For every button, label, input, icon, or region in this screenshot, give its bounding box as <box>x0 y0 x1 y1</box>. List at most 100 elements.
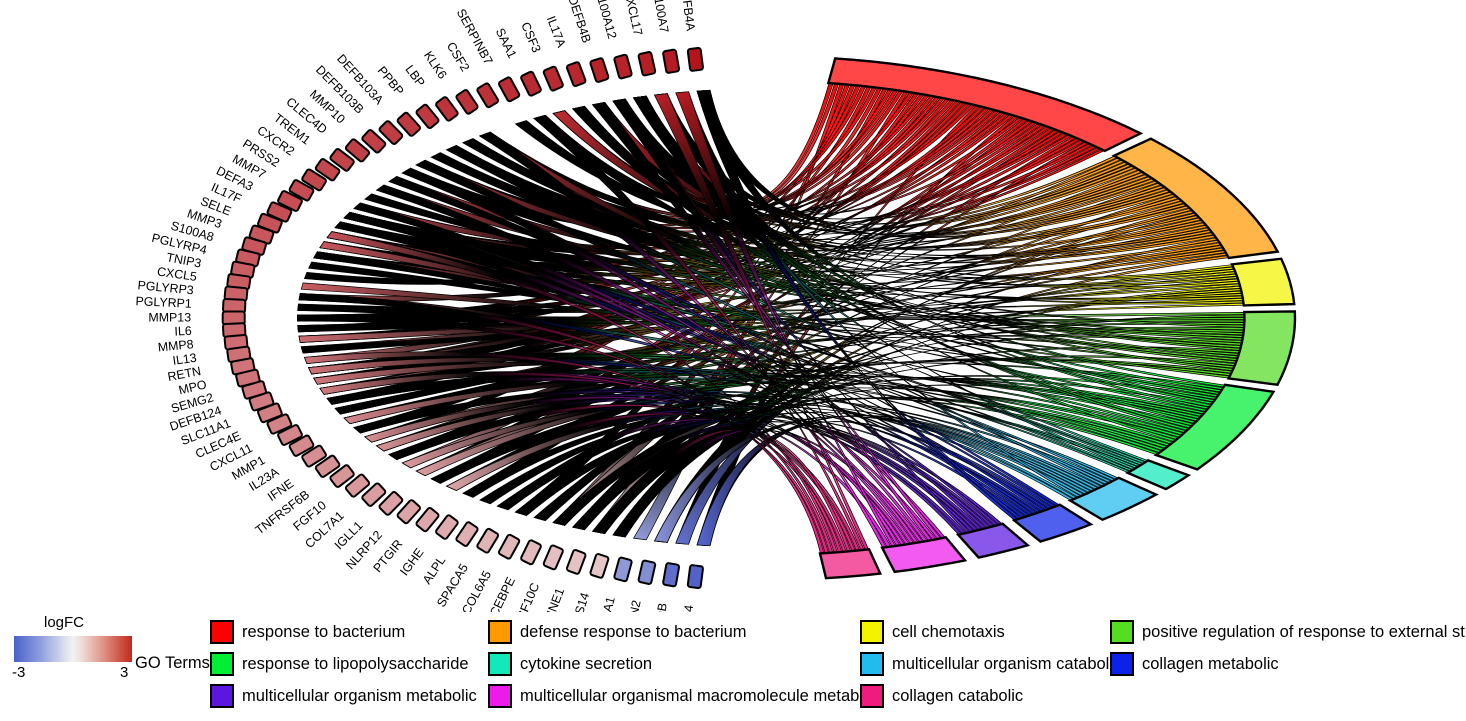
gene-block-rect[interactable] <box>662 562 681 588</box>
gene-block-rect[interactable] <box>435 514 459 540</box>
gene-block-rect[interactable] <box>542 544 564 571</box>
legend-item-label: cell chemotaxis <box>892 623 1005 641</box>
gene-label: S100A12 <box>592 0 619 41</box>
legend-item-10[interactable]: collagen catabolic <box>860 684 1023 708</box>
legend-item-label: positive regulation of response to exter… <box>1142 623 1466 641</box>
gene-block[interactable] <box>435 96 459 122</box>
figure-legend: logFC -3 3 GO Terms response to bacteriu… <box>0 612 1466 721</box>
gene-block-rect[interactable] <box>520 70 542 97</box>
gene-block[interactable] <box>613 53 633 80</box>
gene-block-rect[interactable] <box>662 48 681 74</box>
legend-item-7[interactable]: collagen metabolic <box>1110 652 1279 676</box>
gene-block-rect[interactable] <box>435 96 459 122</box>
gene-block-rect[interactable] <box>565 549 587 575</box>
legend-item-8[interactable]: multicellular organism metabolic <box>210 684 477 708</box>
gene-label: MMP13 <box>148 310 191 324</box>
gene-block-rect[interactable] <box>613 556 633 583</box>
gene-block[interactable] <box>498 533 521 560</box>
gene-block-rect[interactable] <box>498 76 521 103</box>
gene-label: DEFB4A <box>678 0 698 32</box>
gene-block[interactable] <box>520 70 542 97</box>
legend-item-0[interactable]: response to bacterium <box>210 620 405 644</box>
gene-block[interactable] <box>589 57 610 83</box>
legend-item-label: cytokine secretion <box>520 655 653 673</box>
gene-block[interactable] <box>686 46 704 72</box>
gene-block-rect[interactable] <box>565 61 587 87</box>
gene-block[interactable] <box>565 61 587 87</box>
gene-block-rect[interactable] <box>613 53 633 80</box>
gene-block-rect[interactable] <box>637 559 657 585</box>
legend-item-label: response to bacterium <box>242 623 406 641</box>
legend-item-label: collagen metabolic <box>1142 655 1279 673</box>
colorbar-max-label: 3 <box>120 664 129 681</box>
gene-block-rect[interactable] <box>498 533 521 560</box>
legend-swatch-icon <box>860 684 884 708</box>
legend-swatch-icon <box>488 620 512 644</box>
legend-swatch-icon <box>860 652 884 676</box>
gene-label: CYP1A1 <box>592 595 618 612</box>
go-term-arc[interactable] <box>818 547 883 580</box>
gene-block[interactable] <box>589 553 610 579</box>
legend-item-label: multicellular organism metabolic <box>242 687 477 705</box>
gene-block-rect[interactable] <box>520 539 542 566</box>
gene-block-rect[interactable] <box>589 57 610 83</box>
gene-label: CSF2 <box>444 40 472 74</box>
gene-label: CEBPE <box>487 575 518 612</box>
gene-block-rect[interactable] <box>637 51 657 77</box>
legend-item-4[interactable]: response to lipopolysaccharide <box>210 652 469 676</box>
legend-swatch-icon <box>488 652 512 676</box>
legend-item-label: multicellular organismal macromolecule m… <box>520 687 885 705</box>
legend-swatch-icon <box>210 684 234 708</box>
gene-block-rect[interactable] <box>686 46 704 72</box>
legend-swatch-icon <box>1110 652 1134 676</box>
gene-block-rect[interactable] <box>589 553 610 579</box>
gene-label: DEFB4B <box>565 0 593 45</box>
go-terms-group-label: GO Terms <box>135 654 210 672</box>
gene-block[interactable] <box>498 76 521 103</box>
legend-swatch-icon <box>488 684 512 708</box>
legend-item-label: defense response to bacterium <box>520 623 747 641</box>
legend-swatch-icon <box>210 620 234 644</box>
gene-block-rect[interactable] <box>476 527 500 554</box>
legend-item-label: multicellular organism catabolic <box>892 655 1122 673</box>
gene-block-rect[interactable] <box>476 82 500 109</box>
gene-block[interactable] <box>662 48 681 74</box>
gene-block[interactable] <box>476 527 500 554</box>
legend-item-5[interactable]: cytokine secretion <box>488 652 652 676</box>
gene-block[interactable] <box>637 559 657 585</box>
gene-label: APOA4 <box>677 604 696 612</box>
gene-block[interactable] <box>542 544 564 571</box>
gene-block[interactable] <box>435 514 459 540</box>
gene-block[interactable] <box>637 51 657 77</box>
legend-swatch-icon <box>210 652 234 676</box>
gene-block-rect[interactable] <box>686 564 704 590</box>
gene-block[interactable] <box>565 549 587 575</box>
legend-item-2[interactable]: cell chemotaxis <box>860 620 1005 644</box>
gene-block[interactable] <box>686 564 704 590</box>
gochord-figure: DEFB4A S100A7 CXCL17 S100A12 DEFB4B IL17A CSF3… <box>0 0 1466 721</box>
legend-swatch-icon <box>1110 620 1134 644</box>
gene-block-rect[interactable] <box>455 89 479 115</box>
gene-block-rect[interactable] <box>455 521 479 547</box>
chord-diagram: DEFB4A S100A7CXCL17S100A12DEFB4BIL17ACSF3… <box>135 0 1297 612</box>
gene-label: IGHE <box>397 546 426 579</box>
gene-label: EDN2 <box>623 599 644 612</box>
legend-item-1[interactable]: defense response to bacterium <box>488 620 747 644</box>
gene-block[interactable] <box>542 65 564 92</box>
gene-block[interactable] <box>455 521 479 547</box>
legend-item-3[interactable]: positive regulation of response to exter… <box>1110 620 1466 644</box>
legend-item-9[interactable]: multicellular organismal macromolecule m… <box>488 684 884 708</box>
gene-label: LBP <box>402 62 427 89</box>
gene-block[interactable] <box>476 82 500 109</box>
gene-label: SAA1 <box>493 26 520 61</box>
gene-block[interactable] <box>455 89 479 115</box>
gene-label: APOB <box>650 602 670 612</box>
legend-item-6[interactable]: multicellular organism catabolic <box>860 652 1121 676</box>
gene-block[interactable] <box>613 556 633 583</box>
gene-label: CXCL17 <box>621 0 645 37</box>
colorbar-title: logFC <box>44 614 85 631</box>
gene-block[interactable] <box>520 539 542 566</box>
gene-block[interactable] <box>662 562 681 588</box>
gene-block-rect[interactable] <box>542 65 564 92</box>
go-terms-legend-grid: response to bacterium defense response to… <box>210 612 1466 716</box>
